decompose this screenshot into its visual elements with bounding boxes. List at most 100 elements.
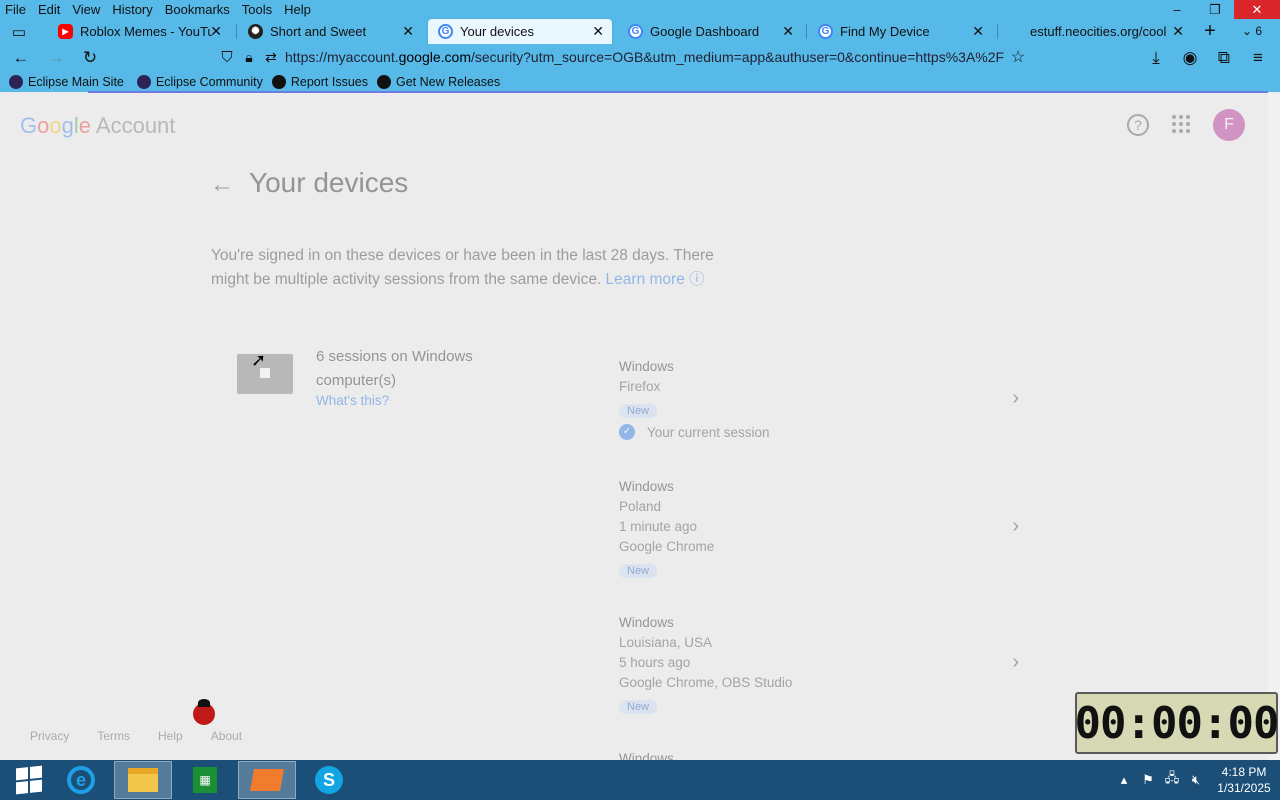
forward-icon[interactable]: → xyxy=(45,47,67,69)
close-tab-icon[interactable]: ✕ xyxy=(402,23,414,39)
back-arrow-icon[interactable]: ← xyxy=(210,171,234,199)
volume-muted-icon[interactable]: 🔇︎ xyxy=(1184,772,1208,788)
close-tab-icon[interactable]: ✕ xyxy=(782,23,794,39)
session-time: 5 hours ago xyxy=(619,655,691,670)
new-badge: New xyxy=(619,404,658,418)
menu-history[interactable]: History xyxy=(106,0,158,19)
start-button[interactable] xyxy=(0,761,58,799)
download-icon[interactable]: ⤓ xyxy=(1145,47,1167,69)
url-text[interactable]: https://myaccount.google.com/security?ut… xyxy=(285,49,1005,65)
taskbar-internet-explorer[interactable]: e xyxy=(52,761,110,799)
tab-roblox-memes[interactable]: ▶ Roblox Memes - YouTube ✕ xyxy=(48,19,230,44)
extensions-icon[interactable]: ⧉ xyxy=(1213,47,1235,69)
action-center-flag-icon[interactable]: ⚑ xyxy=(1136,772,1160,788)
close-tab-icon[interactable]: ✕ xyxy=(972,23,984,39)
close-tab-icon[interactable]: ✕ xyxy=(592,23,604,39)
firefox-icon xyxy=(250,769,284,791)
taskbar-skype[interactable]: S xyxy=(300,761,358,799)
session-apps: Google Chrome, OBS Studio xyxy=(619,675,793,690)
session-item[interactable]: Windows Poland 1 minute ago Google Chrom… xyxy=(619,477,1029,578)
page-description: You're signed in on these devices or hav… xyxy=(211,244,751,292)
avatar[interactable]: F xyxy=(1213,109,1245,141)
tab-google-dashboard[interactable]: G Google Dashboard ✕ xyxy=(618,19,802,44)
bookmark-report-issues[interactable]: Report Issues xyxy=(271,74,368,89)
permissions-icon[interactable]: ⇄ xyxy=(260,46,282,68)
logo-suffix: Account xyxy=(91,113,176,138)
google-icon: G xyxy=(438,24,453,39)
minimize-button[interactable]: – xyxy=(1158,0,1196,19)
session-item[interactable]: Windows Louisiana, USA 5 hours ago Googl… xyxy=(619,613,1029,714)
bookmark-label: Get New Releases xyxy=(395,74,501,89)
new-tab-icon[interactable]: + xyxy=(1199,20,1221,42)
timer-display: 00:00:00 xyxy=(1074,697,1280,749)
page-footer: Privacy Terms Help About xyxy=(30,729,242,743)
account-icon[interactable]: ◉ xyxy=(1179,47,1201,69)
bookmark-eclipse-main[interactable]: Eclipse Main Site xyxy=(9,74,124,89)
whats-this-link[interactable]: What's this? xyxy=(316,393,389,408)
url-bar[interactable]: ⛉ 🔒︎ ⇄ https://myaccount.google.com/secu… xyxy=(210,45,1040,70)
logo-letter: G xyxy=(20,113,38,138)
store-icon: ▦ xyxy=(193,767,217,793)
tab-short-and-sweet[interactable]: ✺ Short and Sweet ✕ xyxy=(238,19,422,44)
menu-edit[interactable]: Edit xyxy=(32,0,66,19)
new-badge: New xyxy=(619,564,658,578)
bookmark-label: Eclipse Main Site xyxy=(28,74,124,89)
session-item[interactable]: Windows Firefox New ✓ Your current sessio… xyxy=(619,357,1029,440)
timer-widget[interactable]: 00:00:00 xyxy=(1074,692,1280,754)
tab-list-icon[interactable]: ▭ xyxy=(8,21,30,43)
ladybug-icon[interactable] xyxy=(193,699,215,725)
menu-bookmarks[interactable]: Bookmarks xyxy=(159,0,236,19)
learn-more-link[interactable]: Learn more ⓘ xyxy=(606,271,705,288)
tab-label: Your devices xyxy=(460,24,534,39)
tab-label: Google Dashboard xyxy=(650,24,760,39)
bookmark-label: Eclipse Community xyxy=(155,74,263,89)
windows-logo-icon xyxy=(16,765,42,795)
page-title: Your devices xyxy=(249,167,409,198)
bookmark-star-icon[interactable]: ☆ xyxy=(1007,46,1029,68)
taskbar-store[interactable]: ▦ xyxy=(176,761,234,799)
github-icon xyxy=(271,74,286,89)
close-tab-icon[interactable]: ✕ xyxy=(210,23,222,39)
help-icon[interactable]: ? xyxy=(1127,114,1149,136)
footer-privacy-link[interactable]: Privacy xyxy=(30,729,69,743)
menu-help[interactable]: Help xyxy=(278,0,317,19)
menu-tools[interactable]: Tools xyxy=(236,0,278,19)
clock-date: 1/31/2025 xyxy=(1217,781,1271,795)
reload-icon[interactable]: ↻ xyxy=(79,47,101,69)
bookmark-get-new-releases[interactable]: Get New Releases xyxy=(376,74,501,89)
bookmark-eclipse-community[interactable]: Eclipse Community xyxy=(136,74,263,89)
tab-label: Roblox Memes - YouTube xyxy=(80,24,212,39)
session-item[interactable]: Windows xyxy=(619,749,1029,760)
session-location: Louisiana, USA xyxy=(619,635,713,650)
restore-button[interactable]: ❐ xyxy=(1196,0,1234,19)
current-session: ✓ Your current session xyxy=(619,424,1029,440)
tab-overflow-button[interactable]: ⌄ 6 xyxy=(1234,20,1270,42)
tab-estuff[interactable]: estuff.neocities.org/cool ✕ xyxy=(1020,19,1192,44)
shield-icon[interactable]: ⛉ xyxy=(216,46,238,68)
apps-grid-icon[interactable] xyxy=(1172,115,1190,133)
tab-label: Short and Sweet xyxy=(270,24,367,39)
footer-terms-link[interactable]: Terms xyxy=(97,729,130,743)
back-icon[interactable]: ← xyxy=(10,47,32,69)
internet-explorer-icon: e xyxy=(67,766,95,794)
taskbar-file-explorer[interactable] xyxy=(114,761,172,799)
lock-icon[interactable]: 🔒︎ xyxy=(238,46,260,68)
tab-your-devices[interactable]: G Your devices ✕ xyxy=(428,19,612,44)
logo-letter: o xyxy=(37,113,50,138)
footer-help-link[interactable]: Help xyxy=(158,729,183,743)
close-window-button[interactable]: ✕ xyxy=(1234,0,1280,19)
menu-view[interactable]: View xyxy=(66,0,106,19)
network-icon[interactable]: 🖧︎ xyxy=(1160,769,1184,791)
tab-find-my-device[interactable]: G Find My Device ✕ xyxy=(808,19,992,44)
chevron-right-icon: › xyxy=(1012,651,1019,673)
taskbar-firefox[interactable] xyxy=(238,761,296,799)
menu-file[interactable]: File xyxy=(0,0,32,19)
show-hidden-icons-icon[interactable]: ▴ xyxy=(1112,772,1136,788)
google-account-logo[interactable]: Google Account xyxy=(20,113,175,139)
system-clock[interactable]: 4:18 PM 1/31/2025 xyxy=(1208,764,1280,796)
hamburger-menu-icon[interactable]: ≡ xyxy=(1247,47,1269,69)
folder-icon xyxy=(128,768,158,792)
close-tab-icon[interactable]: ✕ xyxy=(1172,23,1184,39)
footer-about-link[interactable]: About xyxy=(211,729,242,743)
page-scrollbar[interactable] xyxy=(1268,93,1280,760)
